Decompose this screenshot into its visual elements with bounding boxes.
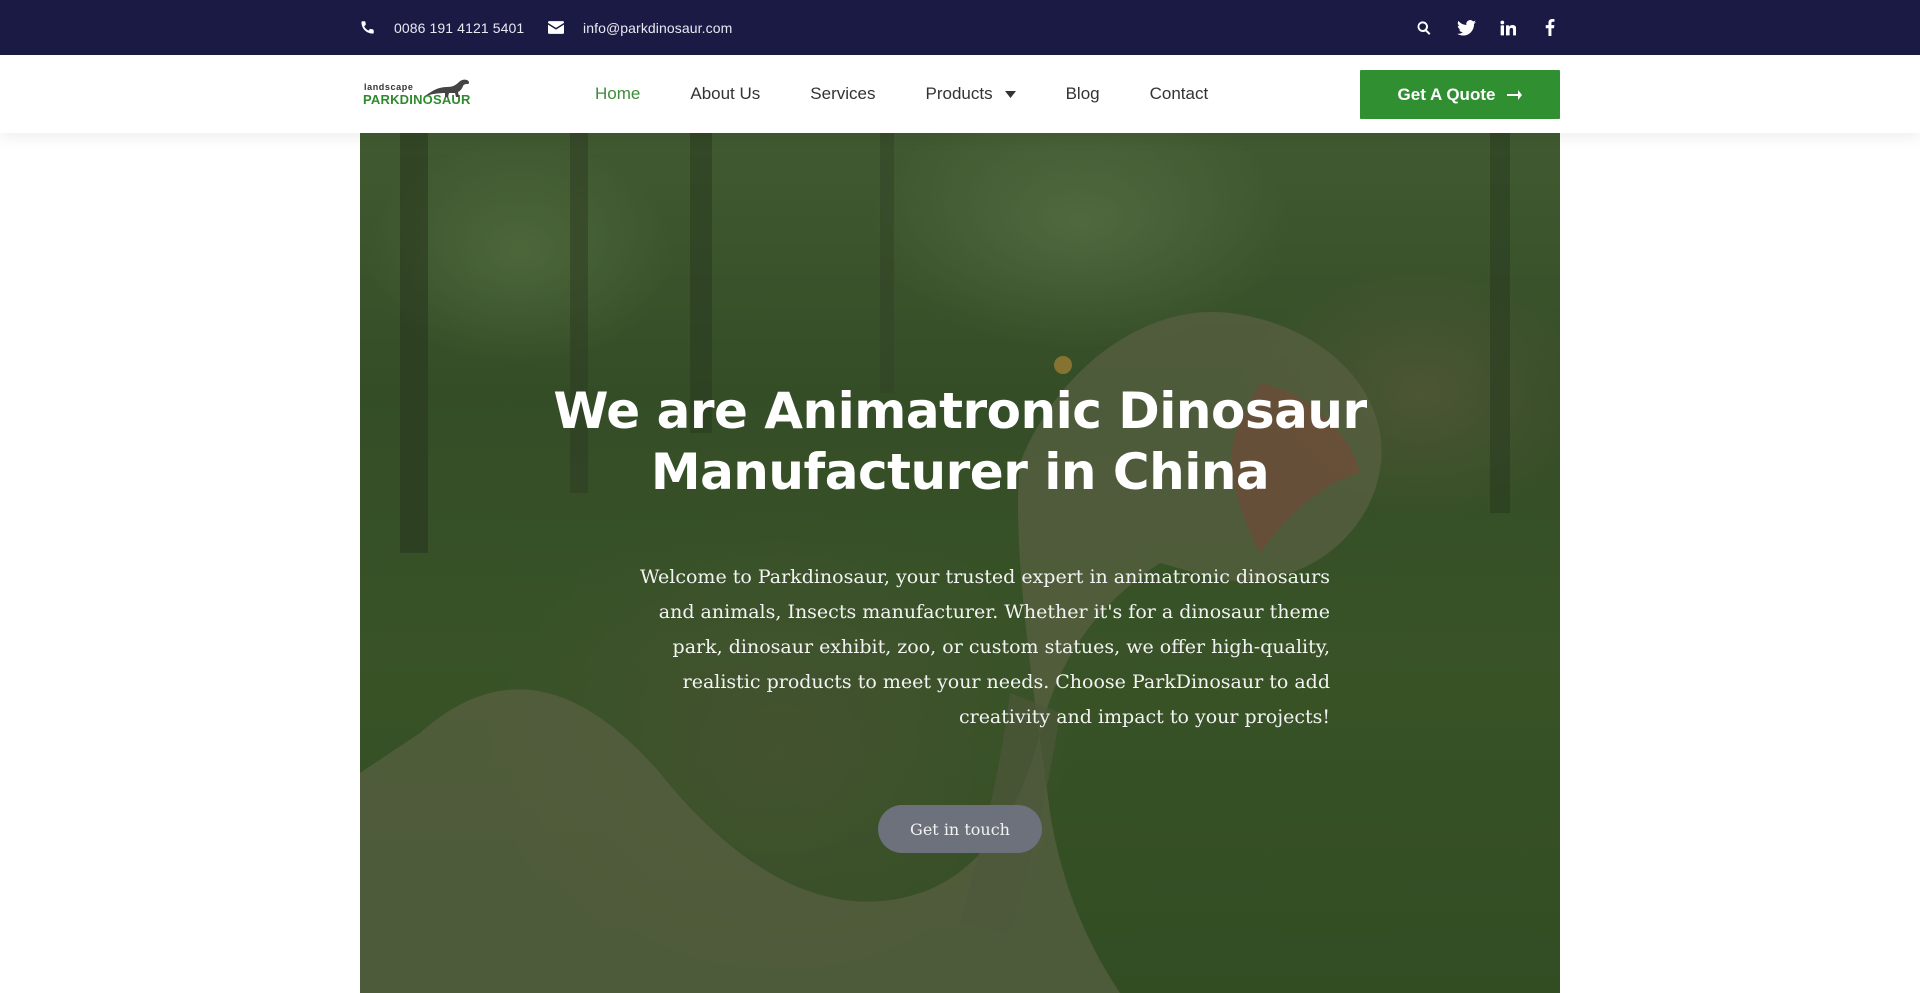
phone-number: 0086 191 4121 5401: [394, 19, 525, 36]
hero-title: We are Animatronic Dinosaur Manufacturer…: [553, 382, 1367, 501]
email-contact[interactable]: info@parkdinosaur.com: [548, 0, 732, 55]
top-bar: 0086 191 4121 5401 info@parkdinosaur.com: [0, 0, 1920, 55]
nav-home-label: Home: [595, 84, 641, 103]
nav-blog-label: Blog: [1065, 84, 1100, 103]
get-a-quote-button[interactable]: Get A Quote: [1360, 70, 1560, 119]
site-logo[interactable]: landscape PARKDINOSAUR: [363, 78, 470, 112]
facebook-icon[interactable]: [1540, 18, 1560, 38]
nav-about-us[interactable]: About Us: [690, 84, 760, 104]
nav-contact[interactable]: Contact: [1150, 84, 1209, 104]
search-icon[interactable]: [1414, 18, 1434, 38]
logo-tagline: landscape: [364, 82, 414, 92]
linkedin-icon[interactable]: [1498, 18, 1518, 38]
nav-products[interactable]: Products: [925, 84, 1016, 104]
nav-about-us-label: About Us: [690, 84, 761, 103]
nav-blog[interactable]: Blog: [1066, 84, 1100, 104]
hero-description: Welcome to Parkdinosaur, your trusted ex…: [640, 566, 1330, 728]
main-header: landscape PARKDINOSAUR Home About Us Ser…: [0, 55, 1920, 133]
get-in-touch-label: Get in touch: [910, 819, 1010, 839]
nav-home[interactable]: Home: [595, 84, 640, 104]
phone-contact[interactable]: 0086 191 4121 5401: [360, 0, 524, 55]
nav-services-label: Services: [810, 84, 876, 103]
nav-products-label: Products: [925, 84, 993, 103]
quote-button-label: Get A Quote: [1397, 84, 1496, 104]
caret-down-icon: [1004, 90, 1016, 98]
phone-icon: [361, 21, 374, 34]
arrow-right-icon: [1507, 89, 1523, 100]
main-nav: Home About Us Services Products Blog Con…: [595, 55, 1258, 133]
social-icons: [1392, 0, 1560, 55]
get-in-touch-button[interactable]: Get in touch: [878, 805, 1042, 853]
nav-contact-label: Contact: [1149, 84, 1209, 103]
hero-section: We are Animatronic Dinosaur Manufacturer…: [360, 133, 1560, 993]
envelope-icon: [548, 21, 564, 34]
nav-services[interactable]: Services: [810, 84, 875, 104]
dinosaur-logo-icon: [425, 79, 470, 97]
twitter-icon[interactable]: [1456, 18, 1476, 38]
email-address: info@parkdinosaur.com: [583, 19, 733, 36]
